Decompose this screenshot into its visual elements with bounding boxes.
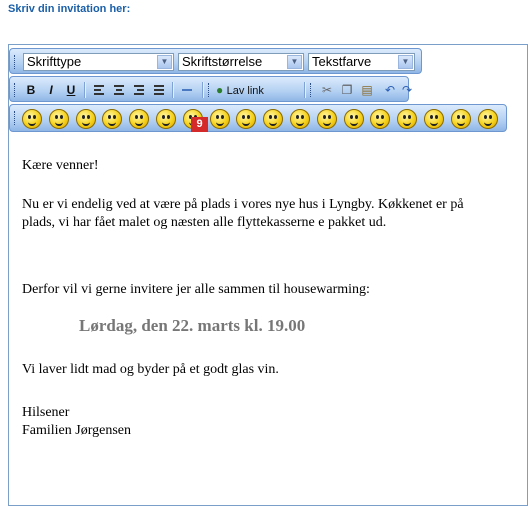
date-line-text: Lørdag, den 22. marts kl. 19.00 — [79, 316, 306, 335]
toolbar-grip[interactable] — [14, 83, 17, 97]
closing-line: Hilsener — [22, 405, 70, 420]
copy-icon[interactable]: ❐ — [338, 81, 356, 99]
redo-icon[interactable]: ↷ — [400, 81, 414, 99]
toolbar-grip[interactable] — [310, 83, 313, 97]
smiley-toolbar — [9, 104, 507, 132]
rich-text-editor[interactable]: Skrifttype ▼ Skriftstørrelse ▼ Tekstfarv… — [8, 44, 528, 506]
smiley-wink-icon[interactable] — [75, 109, 96, 129]
link-label: Lav link — [226, 85, 264, 97]
italic-button[interactable]: I — [43, 81, 59, 99]
closing-text: Hilsener Familien Jørgensen — [22, 404, 131, 440]
smiley-tongue-icon[interactable] — [156, 109, 176, 129]
smiley-smile-icon[interactable] — [22, 109, 42, 129]
chevron-down-icon[interactable]: ▼ — [398, 55, 413, 69]
format-toolbar: Skrifttype ▼ Skriftstørrelse ▼ Tekstfarv… — [9, 48, 422, 74]
signature-line: Familien Jørgensen — [22, 423, 132, 438]
paragraph-text: Nu er vi endelig ved at være på plads i … — [22, 197, 464, 230]
align-right-icon[interactable] — [130, 81, 148, 99]
paste-icon[interactable]: ▤ — [358, 81, 376, 99]
undo-icon[interactable]: ↶ — [382, 81, 398, 99]
text-color-label: Tekstfarve — [312, 54, 372, 69]
font-size-label: Skriftstørrelse — [182, 54, 263, 69]
chevron-down-icon[interactable]: ▼ — [287, 55, 302, 69]
justify-icon[interactable] — [150, 81, 168, 99]
smiley-shocked-icon[interactable] — [129, 109, 150, 129]
smiley-blush-icon[interactable] — [263, 109, 284, 129]
smiley-laugh-icon[interactable] — [209, 109, 230, 129]
bold-button[interactable]: B — [23, 81, 39, 99]
paragraph-text: Derfor vil vi gerne invitere jer alle sa… — [22, 282, 370, 297]
cut-icon[interactable]: ✂ — [318, 81, 336, 99]
separator — [172, 82, 174, 98]
smiley-surprised-icon[interactable] — [102, 109, 123, 129]
font-type-select[interactable]: Skrifttype ▼ — [23, 53, 174, 71]
smiley-frown-icon[interactable] — [397, 109, 418, 129]
font-type-label: Skrifttype — [27, 54, 82, 69]
smiley-grin-icon[interactable] — [48, 109, 69, 129]
smiley-worried-icon[interactable] — [290, 109, 310, 129]
globe-icon: ● — [216, 83, 224, 97]
font-size-select[interactable]: Skriftstørrelse ▼ — [178, 53, 304, 71]
greeting-text: Kære venner! — [22, 158, 99, 173]
smiley-big-grin-icon[interactable] — [477, 109, 498, 129]
separator — [304, 82, 306, 98]
smiley-cry-icon[interactable] — [370, 109, 391, 129]
text-color-select[interactable]: Tekstfarve ▼ — [308, 53, 415, 71]
separator — [84, 82, 86, 98]
toolbar-grip[interactable] — [14, 55, 17, 69]
underline-button[interactable]: U — [63, 81, 79, 99]
separator — [202, 82, 204, 98]
smiley-neutral-icon[interactable] — [316, 109, 337, 129]
smiley-happy-icon[interactable] — [236, 109, 257, 129]
page-heading: Skriv din invitation her: — [8, 3, 131, 15]
align-center-icon[interactable] — [110, 81, 128, 99]
link-button[interactable]: ● Lav link — [216, 81, 300, 99]
annotation-badge: 9 — [191, 117, 208, 132]
smiley-angry-icon[interactable] — [424, 109, 444, 129]
toolbar-grip[interactable] — [14, 111, 17, 125]
chevron-down-icon[interactable]: ▼ — [157, 55, 172, 69]
smiley-sad-icon[interactable] — [343, 109, 364, 129]
smiley-sick-icon[interactable] — [450, 109, 471, 129]
style-toolbar: B I U ● Lav link ✂ ❐ ▤ ↶ ↷ — [9, 76, 412, 102]
align-left-icon[interactable] — [90, 81, 108, 99]
toolbar-grip[interactable] — [208, 83, 211, 97]
horizontal-rule-icon[interactable] — [178, 81, 196, 99]
paragraph-text: Vi laver lidt mad og byder på et godt gl… — [22, 362, 279, 377]
